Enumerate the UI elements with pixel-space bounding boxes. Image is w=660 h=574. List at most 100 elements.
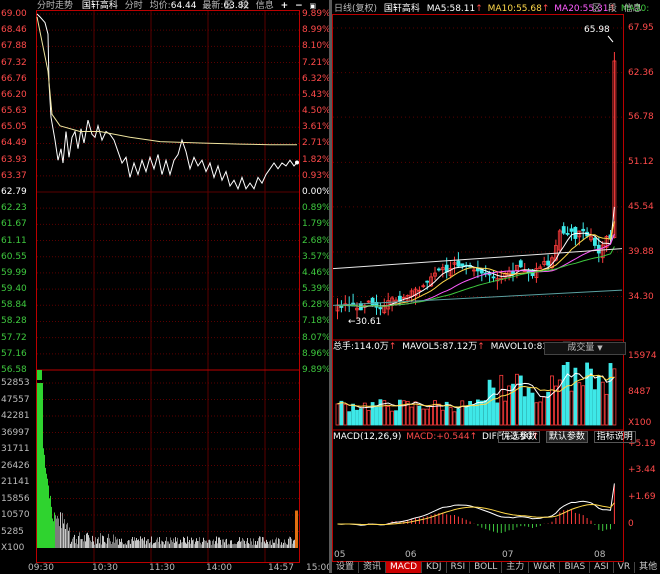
- dea-line: [337, 502, 615, 526]
- price-tick-label: 57.16: [1, 348, 27, 359]
- daily-price-tick: 34.30: [628, 291, 654, 302]
- volume-bar: [437, 403, 441, 426]
- optimal-params-button[interactable]: 优选参数: [498, 431, 541, 443]
- price-tick-label: 63.93: [1, 154, 27, 165]
- volume-bar: [398, 399, 402, 426]
- volume-bar: [565, 361, 570, 426]
- price-tick-label: 67.32: [1, 57, 27, 68]
- price-tick-label: 61.67: [1, 219, 27, 230]
- indicator-tab[interactable]: VR: [614, 562, 636, 573]
- volume-bar: [335, 403, 340, 426]
- indicator-tab[interactable]: MACD: [386, 562, 423, 573]
- min-price-label: ←30.61: [348, 317, 382, 327]
- candle-body: [378, 307, 383, 310]
- candle-body: [425, 280, 430, 283]
- volume-bar: [604, 393, 609, 426]
- volume-bar: [589, 368, 593, 426]
- pct-tick-label: 3.57%: [302, 251, 331, 262]
- volume-bar: [592, 389, 597, 426]
- volume-tick-label: 21141: [1, 477, 30, 487]
- indicator-tab[interactable]: 其他: [635, 562, 660, 573]
- pct-tick-label: 0.00%: [302, 187, 331, 197]
- month-label: 05: [334, 550, 346, 560]
- volume-bar: [452, 411, 457, 426]
- volume-bar: [37, 370, 42, 380]
- volume-tick-label: X100: [1, 543, 25, 553]
- candle-body: [437, 268, 441, 271]
- time-tick-label: 14:57: [268, 563, 294, 573]
- price-tick-label: 68.46: [1, 25, 27, 36]
- mavol5-value: 87.12万: [442, 342, 478, 352]
- volume-bar: [351, 403, 356, 426]
- month-label: 07: [502, 550, 514, 560]
- indicator-tab[interactable]: ASI: [590, 562, 614, 573]
- pct-tick-label: 7.18%: [302, 316, 331, 327]
- volume-bar: [550, 375, 554, 426]
- price-tick-label: 63.37: [1, 170, 27, 181]
- price-tick-label: 58.28: [1, 316, 27, 327]
- indicator-tab[interactable]: BOLL: [470, 562, 503, 573]
- indicator-help-button[interactable]: 指标说明: [593, 431, 636, 443]
- indicator-tab[interactable]: W&R: [529, 562, 561, 573]
- pct-tick-label: 4.46%: [302, 267, 331, 278]
- volume-tick-label: 36997: [1, 427, 30, 438]
- volume-bar: [347, 411, 352, 426]
- stock-terminal: 分时走势 国轩高科 分时 均价:64.44 最新:63.82 区 段 信息 + …: [0, 0, 660, 573]
- pct-tick-label: 1.82%: [302, 154, 331, 165]
- indicator-tab[interactable]: 资讯: [359, 562, 387, 573]
- default-params-button[interactable]: 默认参数: [545, 431, 588, 443]
- price-tick-label: 62.23: [1, 203, 27, 214]
- month-label: 08: [594, 550, 606, 560]
- volume-tick-label: 10570: [1, 510, 30, 520]
- candle-body: [370, 297, 375, 307]
- pct-tick-label: 0.93%: [302, 170, 331, 181]
- pct-tick-label: 2.71%: [302, 138, 331, 149]
- ma5-line: [337, 206, 615, 308]
- indicator-tab[interactable]: BIAS: [560, 562, 591, 573]
- volume-bar: [507, 385, 512, 426]
- pct-tick-label: 4.50%: [302, 106, 331, 117]
- candle-body: [518, 260, 523, 268]
- volume-bar: [386, 406, 391, 426]
- macd-tick: 0: [628, 519, 634, 529]
- volume-tick-label: 26426: [1, 460, 30, 471]
- pct-tick-label: 5.39%: [302, 284, 331, 295]
- volume-bar: [608, 363, 613, 426]
- candle-body: [339, 306, 344, 308]
- volume-bar: [37, 383, 43, 548]
- indicator-tab[interactable]: RSI: [447, 562, 471, 573]
- indicator-tab[interactable]: KDJ: [422, 562, 447, 573]
- mavol5-label: MAVOL5:: [402, 342, 443, 352]
- volume-bar: [394, 410, 398, 426]
- volume-tick-label: 42281: [1, 411, 30, 421]
- volume-header: 总手:114.0万↑ MAVOL5:87.12万↑ MAVOL10:81.56万…: [333, 342, 579, 353]
- volume-bar: [577, 382, 582, 426]
- price-tick-label: 64.49: [1, 138, 27, 149]
- volume-bar: [561, 365, 566, 426]
- volume-tick: X100: [628, 418, 652, 428]
- indicator-tab[interactable]: 设置: [332, 562, 360, 573]
- volume-bar: [413, 401, 418, 426]
- intraday-frame: [36, 10, 300, 563]
- candle-body: [565, 232, 570, 235]
- candle-body: [592, 237, 597, 246]
- volume-bar: [339, 400, 344, 426]
- indicator-tab[interactable]: 主力: [502, 562, 530, 573]
- macd-title: MACD(12,26,9): [333, 432, 402, 442]
- volume-tick: 8487: [628, 387, 651, 397]
- macd-tick: +1.69: [628, 492, 656, 502]
- volume-bar: [374, 405, 379, 426]
- volume-bar: [596, 375, 601, 426]
- indicator-select[interactable]: 成交量 ▼: [544, 342, 626, 355]
- pct-tick-label: 8.96%: [302, 348, 331, 359]
- volume-bar: [534, 402, 539, 426]
- candle-body: [456, 260, 461, 267]
- candle-body: [460, 263, 465, 267]
- time-tick-label: 11:30: [149, 563, 175, 573]
- daily-price-tick: 51.12: [628, 157, 654, 168]
- volume-tick-label: 52853: [1, 378, 30, 388]
- macd-tick: +3.44: [628, 465, 656, 475]
- mavol10-label: MAVOL10:: [490, 342, 537, 352]
- volume-bar: [600, 381, 605, 426]
- pct-tick-label: 0.89%: [302, 203, 331, 214]
